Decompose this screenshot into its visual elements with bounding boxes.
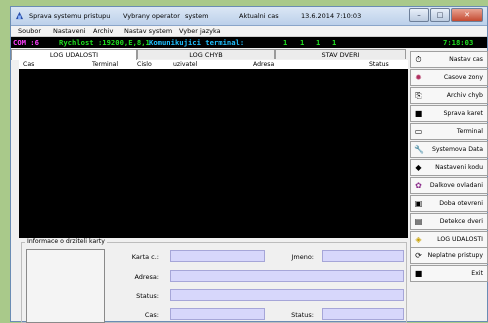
terminal-indicator: 1 <box>283 38 288 47</box>
status-field[interactable] <box>170 289 404 301</box>
close-icon[interactable]: ✕ <box>451 8 483 22</box>
nastav-cas-button[interactable]: ⏱ Nastav cas <box>410 51 488 68</box>
timer-icon: ▣ <box>414 199 423 208</box>
dalkove-ovladani-button[interactable]: ✿ Dalkove ovladani <box>410 177 488 194</box>
time-field[interactable] <box>170 308 265 320</box>
event-log-list[interactable] <box>19 69 408 238</box>
column-adresa[interactable]: Adresa <box>253 61 274 68</box>
menu-nastaveni[interactable]: Nastaveni <box>53 27 86 35</box>
doba-otevreni-button[interactable]: ▣ Doba otevreni <box>410 195 488 212</box>
button-label: Doba otevreni <box>439 200 483 207</box>
button-label: Casove zony <box>443 74 483 81</box>
casove-zony-button[interactable]: ✹ Casove zony <box>410 69 488 86</box>
tab-stav-dveri[interactable]: STAV DVERI <box>275 49 406 59</box>
button-label: Dalkove ovladani <box>429 182 483 189</box>
time-field-label: Cas: <box>144 311 159 319</box>
communicating-terminal-label: Komunikujici terminal: <box>149 38 245 47</box>
wrench-icon: 🔧 <box>414 145 424 154</box>
card-icon: ■ <box>414 109 423 118</box>
button-label: Nastav cas <box>449 56 483 63</box>
neplatne-pristupy-button[interactable]: ⟳ Neplatne pristupy <box>410 247 488 264</box>
status2-field[interactable] <box>322 308 404 320</box>
terminal-indicator: 1 <box>316 38 321 47</box>
clock-display: 7:18:03 <box>443 38 474 47</box>
button-label: Archiv chyb <box>446 92 483 99</box>
address-field[interactable] <box>170 270 404 282</box>
com-port: COM :6 <box>13 38 39 47</box>
menu-nastav-system[interactable]: Nastav system <box>124 27 172 35</box>
operator-label: Vybrany operator <box>123 12 180 20</box>
name-field[interactable] <box>322 250 404 262</box>
button-label: LOG UDALOSTI <box>437 236 483 243</box>
window-controls: – □ ✕ <box>408 8 483 22</box>
main-window: Sprava systemu pristupu Vybrany operator… <box>10 6 488 323</box>
app-icon <box>15 11 24 20</box>
log-udalosti-button[interactable]: ◈ LOG UDALOSTI <box>410 231 488 248</box>
app-title: Sprava systemu pristupu <box>29 12 111 20</box>
archiv-chyb-button[interactable]: ⎘ Archiv chyb <box>410 87 488 104</box>
column-cislo[interactable]: Cislo <box>137 61 152 68</box>
minimize-icon[interactable]: – <box>409 8 429 22</box>
terminal-indicator: 1 <box>300 38 305 47</box>
group-legend: Informace o drziteli karty <box>25 238 107 245</box>
log-tabs: LOG UDALOSTI LOG CHYB STAV DVERI <box>11 49 406 60</box>
menu-archiv[interactable]: Archiv <box>93 27 113 35</box>
menu-soubor[interactable]: Soubor <box>18 27 41 35</box>
operator-value: system <box>185 12 209 20</box>
status-label: Status: <box>136 292 159 300</box>
title-bar: Sprava systemu pristupu Vybrany operator… <box>11 7 487 26</box>
column-status[interactable]: Status <box>369 61 389 68</box>
sprava-karet-button[interactable]: ■ Sprava karet <box>410 105 488 122</box>
bottom-button-panel: ⟳ Neplatne pristupy ■ Exit <box>410 247 488 283</box>
communication-status-bar: COM :6 Rychlost :19200,E,8,1 Komunikujic… <box>11 37 487 48</box>
datetime-value: 13.6.2014 7:10:03 <box>301 12 362 20</box>
tab-log-chyb[interactable]: LOG CHYB <box>137 49 275 59</box>
card-number-label: Karta c.: <box>131 253 159 261</box>
baud-rate: Rychlost :19200,E,8,1 <box>59 38 150 47</box>
column-cas[interactable]: Cas <box>23 61 34 68</box>
archive-icon: ⎘ <box>415 91 422 100</box>
address-label: Adresa: <box>134 273 159 281</box>
terminal-indicator: 1 <box>332 38 337 47</box>
card-number-field[interactable] <box>170 250 265 262</box>
card-holder-photo <box>26 249 105 323</box>
time-label: Aktualni cas <box>239 12 279 20</box>
name-label: Jmeno: <box>291 253 314 261</box>
terminal-button[interactable]: ▭ Terminal <box>410 123 488 140</box>
door-icon: ▤ <box>414 217 423 226</box>
exit-icon: ■ <box>414 269 423 278</box>
button-label: Neplatne pristupy <box>427 252 483 259</box>
card-holder-info-group: Informace o drziteli karty Karta c.: Jme… <box>21 238 407 323</box>
column-terminal[interactable]: Terminal <box>92 61 118 68</box>
nastaveni-kodu-button[interactable]: ◆ Nastaveni kodu <box>410 159 488 176</box>
menu-bar: Soubor Nastaveni Archiv Nastav system Vy… <box>11 26 487 37</box>
status2-label: Status: <box>291 311 314 319</box>
tab-log-udalosti[interactable]: LOG UDALOSTI <box>11 49 137 60</box>
button-label: Exit <box>471 270 483 277</box>
column-uzivatel[interactable]: uzivatel <box>173 61 197 68</box>
menu-vyber-jazyka[interactable]: Vyber jazyka <box>179 27 221 35</box>
button-label: Nastaveni kodu <box>435 164 483 171</box>
clock-icon: ⏱ <box>415 55 422 64</box>
button-label: Systemova Data <box>431 146 483 153</box>
invalid-access-icon: ⟳ <box>415 251 422 260</box>
terminal-icon: ▭ <box>414 127 423 136</box>
button-label: Sprava karet <box>443 110 483 117</box>
systemova-data-button[interactable]: 🔧 Systemova Data <box>410 141 488 158</box>
detekce-dveri-button[interactable]: ▤ Detekce dveri <box>410 213 488 230</box>
button-label: Detekce dveri <box>439 218 483 225</box>
zones-icon: ✹ <box>415 73 422 82</box>
maximize-icon[interactable]: □ <box>430 8 450 22</box>
button-label: Terminal <box>456 128 483 135</box>
code-icon: ◆ <box>415 163 422 172</box>
side-button-panel: ⏱ Nastav cas ✹ Casove zony ⎘ Archiv chyb… <box>410 51 488 249</box>
log-icon: ◈ <box>415 235 422 244</box>
remote-icon: ✿ <box>415 181 422 190</box>
exit-button[interactable]: ■ Exit <box>410 265 488 282</box>
